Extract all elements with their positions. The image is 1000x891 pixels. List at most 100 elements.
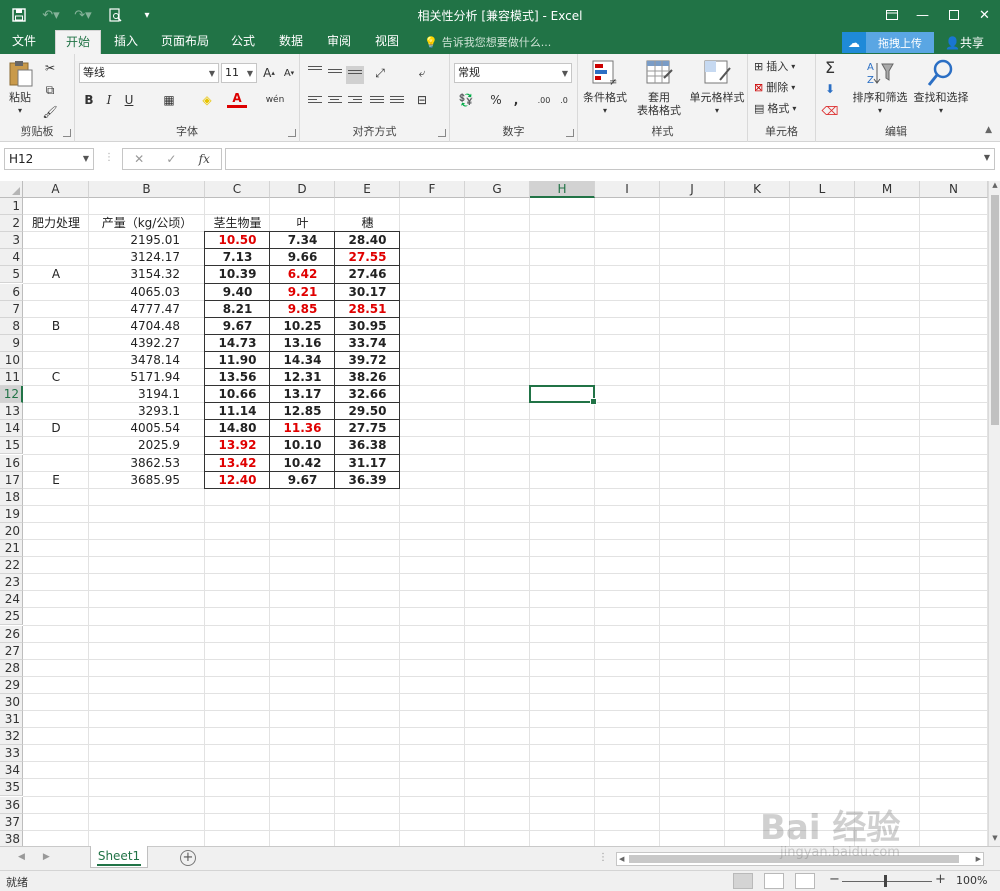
column-header-g[interactable]: G — [465, 181, 530, 198]
zoom-slider-knob[interactable] — [884, 875, 887, 887]
cell-leaf[interactable]: 12.85 — [270, 403, 335, 420]
worksheet-grid[interactable]: A B C D E F G H I J K L M N 1 2 3 4 5 6 7 8 9 10 11 12 13 14 15 16 17 1… — [0, 181, 988, 846]
format-cells-button[interactable]: ▤ 格式 ▾ — [754, 99, 796, 117]
vertical-scroll-thumb[interactable] — [991, 195, 999, 425]
cell-stem[interactable]: 11.90 — [205, 352, 270, 369]
comma-button[interactable]: , — [506, 90, 526, 110]
increase-font-icon[interactable]: A ▴ — [259, 63, 279, 83]
column-header-h[interactable]: H — [530, 181, 595, 198]
row-header-8[interactable]: 8 — [0, 317, 23, 335]
zoom-slider[interactable] — [842, 881, 932, 882]
tab-insert[interactable]: 插入 — [104, 30, 148, 54]
group-label-cell[interactable]: C — [23, 369, 89, 386]
find-select-button[interactable]: 查找和选择 ▾ — [910, 58, 972, 117]
row-header-30[interactable]: 30 — [0, 693, 23, 711]
minimize-icon[interactable]: — — [907, 0, 938, 30]
tell-me-box[interactable]: 💡 告诉我您想要做什么... — [424, 34, 551, 50]
row-header-10[interactable]: 10 — [0, 351, 23, 369]
row-header-37[interactable]: 37 — [0, 813, 23, 831]
align-bottom-icon[interactable] — [346, 66, 364, 84]
font-color-icon[interactable]: A — [227, 90, 247, 108]
format-painter-icon[interactable]: 🖌 — [40, 102, 60, 122]
row-header-34[interactable]: 34 — [0, 762, 23, 780]
borders-icon[interactable]: ▦ — [159, 90, 179, 110]
cell-yield[interactable]: 2195.01 — [89, 232, 183, 249]
cell-yield[interactable]: 4704.48 — [89, 318, 183, 335]
cell-stem[interactable]: 14.80 — [205, 420, 270, 437]
cell-yield[interactable]: 2025.9 — [89, 437, 183, 454]
row-header-27[interactable]: 27 — [0, 642, 23, 660]
row-header-3[interactable]: 3 — [0, 232, 23, 250]
cell-yield[interactable]: 4065.03 — [89, 284, 183, 301]
cell-ear[interactable]: 36.39 — [335, 472, 400, 489]
row-header-16[interactable]: 16 — [0, 454, 23, 472]
column-header-m[interactable]: M — [855, 181, 920, 198]
conditional-format-button[interactable]: ≠ 条件格式 ▾ — [580, 58, 630, 117]
selected-cell[interactable] — [529, 385, 597, 406]
table-header-cell[interactable]: 叶 — [270, 215, 335, 232]
number-launcher-icon[interactable] — [566, 129, 574, 137]
row-header-31[interactable]: 31 — [0, 711, 23, 729]
font-launcher-icon[interactable] — [288, 129, 296, 137]
row-header-32[interactable]: 32 — [0, 728, 23, 746]
scroll-right-icon[interactable]: ▶ — [976, 853, 981, 865]
tab-split-grip-icon[interactable]: ⋮ — [598, 852, 608, 863]
orientation-icon[interactable]: ⤢ — [370, 63, 390, 83]
column-header-f[interactable]: F — [400, 181, 465, 198]
column-header-d[interactable]: D — [270, 181, 335, 198]
cell-leaf[interactable]: 9.67 — [270, 472, 335, 489]
currency-icon[interactable]: 💱 — [456, 90, 476, 110]
horizontal-scrollbar[interactable]: ◀ ▶ — [616, 852, 984, 866]
font-name-select[interactable]: 等线 ▼ — [79, 63, 219, 83]
wrap-text-icon[interactable]: ⤶ — [412, 63, 432, 83]
insert-function-icon[interactable]: fx — [199, 152, 210, 166]
cell-ear[interactable]: 32.66 — [335, 386, 400, 403]
cell-leaf[interactable]: 9.66 — [270, 249, 335, 266]
row-header-2[interactable]: 2 — [0, 215, 23, 233]
cell-yield[interactable]: 3293.1 — [89, 403, 183, 420]
align-right-icon[interactable] — [348, 96, 362, 108]
table-header-cell[interactable]: 产量（kg/公顷） — [89, 215, 205, 232]
alignment-launcher-icon[interactable] — [438, 129, 446, 137]
sheet-tab-sheet1[interactable]: Sheet1 — [90, 846, 148, 868]
cell-ear[interactable]: 28.40 — [335, 232, 400, 249]
redo-icon[interactable]: ↷▾ — [68, 3, 98, 27]
cell-stem[interactable]: 11.14 — [205, 403, 270, 420]
row-header-29[interactable]: 29 — [0, 676, 23, 694]
row-header-19[interactable]: 19 — [0, 505, 23, 523]
table-header-cell[interactable]: 茎生物量 — [205, 215, 270, 232]
underline-button[interactable]: U — [119, 90, 139, 110]
cell-leaf[interactable]: 9.85 — [270, 301, 335, 318]
decrease-font-icon[interactable]: A ▾ — [279, 63, 299, 83]
row-header-17[interactable]: 17 — [0, 471, 23, 489]
cell-stem[interactable]: 7.13 — [205, 249, 270, 266]
print-preview-icon[interactable] — [100, 3, 130, 27]
cell-stem[interactable]: 10.39 — [205, 266, 270, 283]
row-header-6[interactable]: 6 — [0, 283, 23, 301]
cell-leaf[interactable]: 10.25 — [270, 318, 335, 335]
zoom-level[interactable]: 100% — [956, 874, 987, 887]
tab-file[interactable]: 文件 — [0, 30, 48, 54]
sheet-prev-icon[interactable]: ◀ — [18, 852, 25, 862]
delete-cells-button[interactable]: ⊠ 删除 ▾ — [754, 78, 795, 96]
row-header-4[interactable]: 4 — [0, 249, 23, 267]
cell-yield[interactable]: 3154.32 — [89, 266, 183, 283]
cell-yield[interactable]: 3685.95 — [89, 472, 183, 489]
cell-stem[interactable]: 8.21 — [205, 301, 270, 318]
cell-leaf[interactable]: 13.17 — [270, 386, 335, 403]
percent-button[interactable]: % — [486, 90, 506, 110]
tab-formulas[interactable]: 公式 — [222, 30, 264, 54]
merge-center-icon[interactable]: ⊟ — [412, 90, 432, 110]
group-label-cell[interactable]: D — [23, 420, 89, 437]
phonetic-icon[interactable]: wén — [265, 90, 285, 110]
decrease-decimal-icon[interactable]: .0 — [554, 90, 574, 110]
cell-stem[interactable]: 13.42 — [205, 455, 270, 472]
select-all-corner[interactable] — [0, 181, 23, 198]
row-header-38[interactable]: 38 — [0, 830, 23, 846]
column-header-k[interactable]: K — [725, 181, 790, 198]
group-label-cell[interactable]: A — [23, 266, 89, 283]
cell-styles-button[interactable]: 单元格样式 ▾ — [686, 58, 748, 117]
column-header-n[interactable]: N — [920, 181, 988, 198]
cell-ear[interactable]: 27.46 — [335, 266, 400, 283]
cell-leaf[interactable]: 9.21 — [270, 284, 335, 301]
